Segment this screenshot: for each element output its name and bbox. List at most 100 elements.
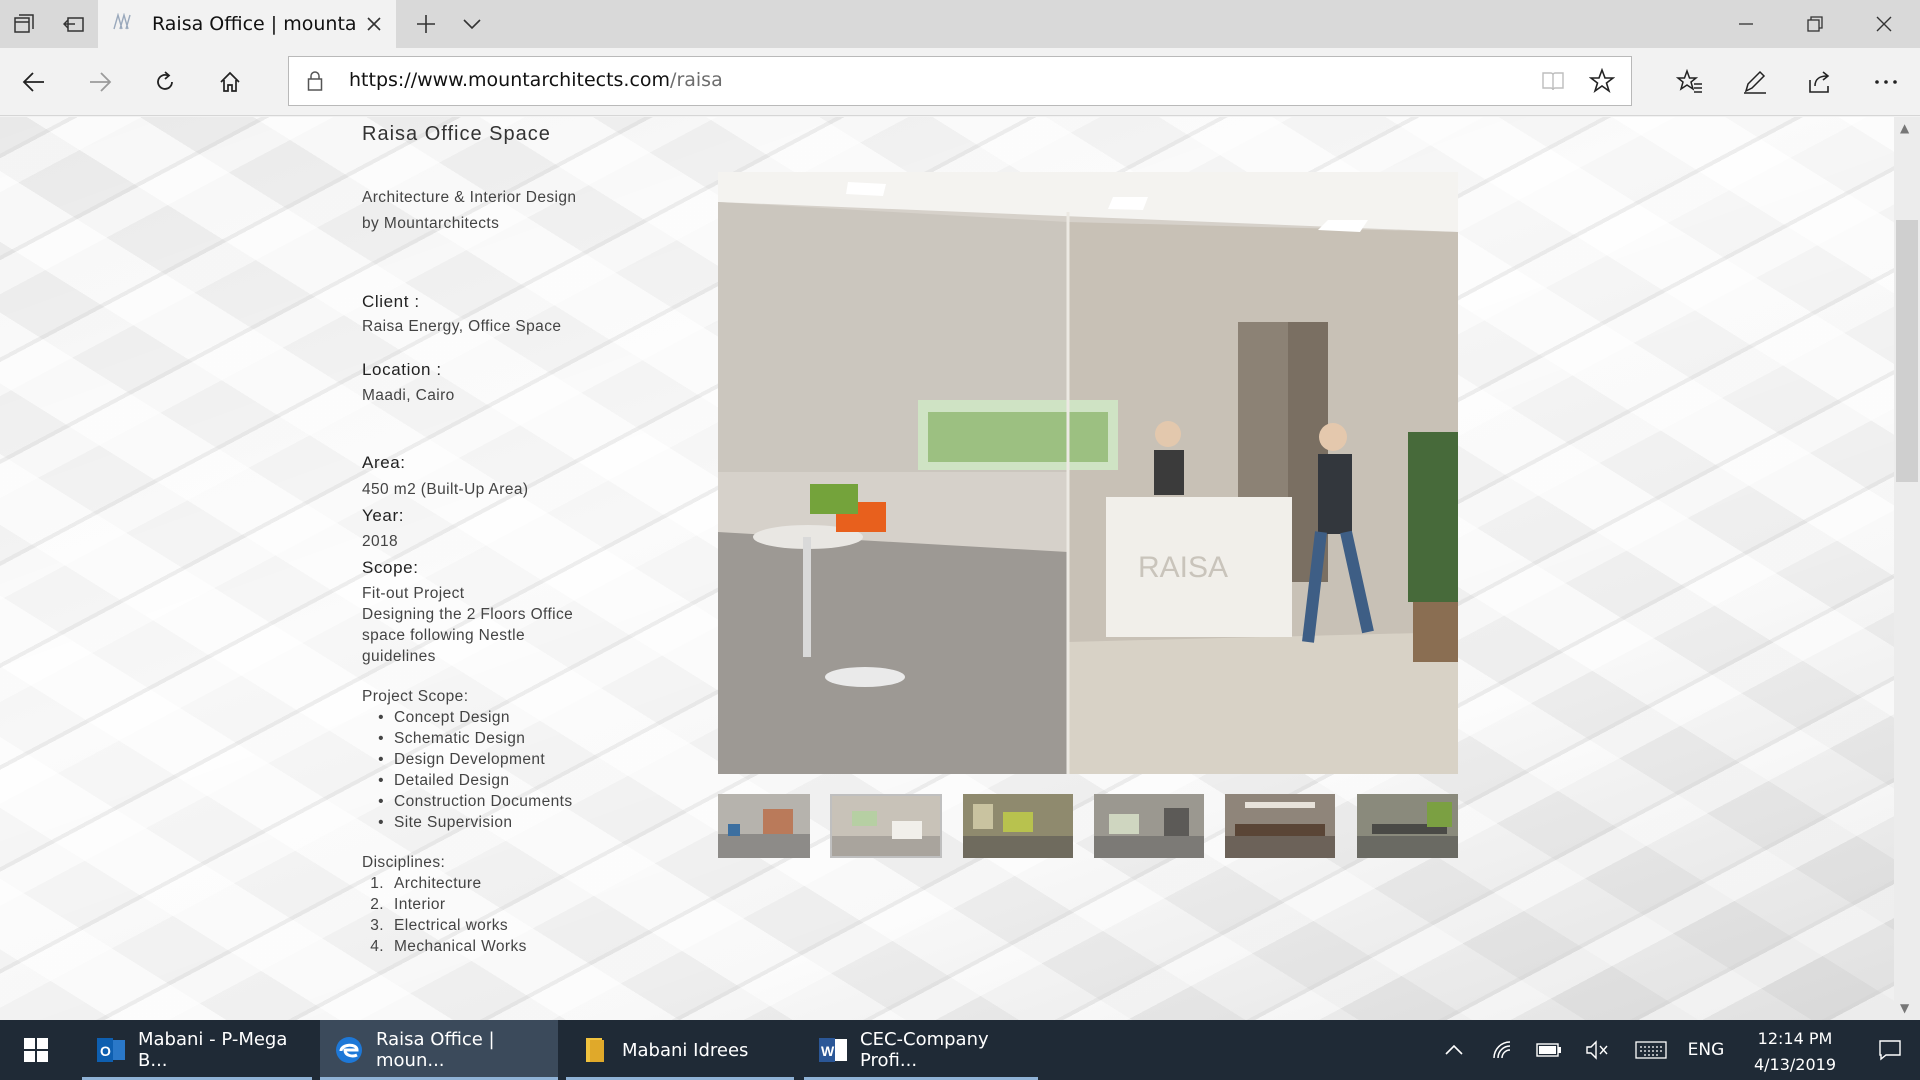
add-favorite-star-icon[interactable] bbox=[1588, 67, 1616, 98]
taskbar-app-explorer[interactable]: Mabani Idrees bbox=[566, 1020, 794, 1080]
list-item: • Detailed Design bbox=[378, 772, 510, 789]
list-item-text: Schematic Design bbox=[394, 730, 526, 747]
tab-strip: Raisa Office | mountarcl bbox=[0, 0, 1920, 48]
location-label: Location : bbox=[362, 360, 442, 379]
close-window-icon[interactable] bbox=[1850, 0, 1918, 48]
url-path: /raisa bbox=[670, 69, 723, 91]
taskbar: O Mabani - P-Mega B... Raisa Office | mo… bbox=[0, 1020, 1920, 1080]
list-item: • Schematic Design bbox=[378, 730, 526, 747]
disciplines-list: 1. Architecture 2. Interior 3. Electrical w… bbox=[362, 873, 527, 957]
active-tab[interactable]: Raisa Office | mountarcl bbox=[98, 0, 396, 48]
volume-muted-icon[interactable] bbox=[1578, 1020, 1616, 1080]
web-page: Raisa Office Space Architecture & Interi… bbox=[0, 117, 1894, 1020]
home-icon[interactable] bbox=[206, 58, 254, 106]
taskbar-app-outlook[interactable]: O Mabani - P-Mega B... bbox=[82, 1020, 312, 1080]
year-label: Year: bbox=[362, 506, 405, 525]
list-item: 1. Architecture bbox=[370, 875, 482, 892]
list-item-text: Design Development bbox=[394, 751, 546, 768]
word-icon: W bbox=[818, 1035, 848, 1065]
tab-manager-icon[interactable] bbox=[0, 0, 48, 48]
tab-preview-chevron-icon[interactable] bbox=[448, 0, 496, 48]
gallery-thumbnail[interactable] bbox=[1357, 794, 1458, 858]
refresh-icon[interactable] bbox=[141, 58, 189, 106]
taskbar-app-label: Mabani - P-Mega B... bbox=[138, 1029, 288, 1071]
minimize-icon[interactable] bbox=[1712, 0, 1780, 48]
back-arrow-icon[interactable] bbox=[10, 58, 58, 106]
input-language[interactable]: ENG bbox=[1682, 1020, 1730, 1080]
close-tab-icon[interactable] bbox=[362, 12, 386, 36]
list-item: 2. Interior bbox=[370, 896, 446, 913]
scroll-down-icon[interactable]: ▼ bbox=[1900, 1001, 1909, 1015]
clock-date: 4/13/2019 bbox=[1753, 1055, 1837, 1074]
scope-text: Fit-out Project Designing the 2 Floors O… bbox=[362, 583, 573, 667]
url-host: https://www.mountarchitects.com bbox=[349, 69, 671, 91]
list-item: 3. Electrical works bbox=[370, 917, 509, 934]
subtitle-line-2: by Mountarchitects bbox=[362, 215, 500, 232]
scroll-up-icon[interactable]: ▲ bbox=[1900, 121, 1909, 135]
windows-start-icon[interactable] bbox=[0, 1020, 72, 1080]
list-item-text: Detailed Design bbox=[394, 772, 510, 789]
lock-icon[interactable] bbox=[307, 70, 323, 96]
favorites-hub-icon[interactable] bbox=[1666, 58, 1714, 106]
scope-line: guidelines bbox=[362, 648, 436, 665]
forward-arrow-icon[interactable] bbox=[76, 58, 124, 106]
tab-title: Raisa Office | mountarcl bbox=[152, 13, 357, 35]
main-project-image[interactable]: RAISA bbox=[718, 172, 1458, 774]
year-value: 2018 bbox=[362, 533, 399, 550]
battery-icon[interactable] bbox=[1530, 1020, 1568, 1080]
outlook-icon: O bbox=[96, 1035, 126, 1065]
list-item-text: Electrical works bbox=[394, 917, 509, 934]
project-scope-list: • Concept Design • Schematic Design • Desig… bbox=[362, 707, 573, 833]
scope-line: Designing the 2 Floors Office bbox=[362, 606, 574, 623]
list-item-text: Construction Documents bbox=[394, 793, 573, 810]
subtitle-line-1: Architecture & Interior Design bbox=[362, 189, 577, 206]
taskbar-app-word[interactable]: W CEC-Company Profi... bbox=[804, 1020, 1038, 1080]
system-clock[interactable]: 12:14 PM 4/13/2019 bbox=[1730, 1026, 1860, 1078]
list-item-text: Architecture bbox=[394, 875, 482, 892]
folder-icon bbox=[580, 1035, 610, 1065]
taskbar-app-label: Raisa Office | moun... bbox=[376, 1029, 495, 1071]
gallery-thumbnail[interactable] bbox=[1094, 794, 1204, 858]
vertical-scrollbar[interactable]: ▲ ▼ bbox=[1894, 117, 1920, 1020]
gallery-thumbnail-selected[interactable] bbox=[830, 794, 942, 858]
list-item: • Concept Design bbox=[378, 709, 510, 726]
svg-text:W: W bbox=[821, 1043, 835, 1059]
restore-icon[interactable] bbox=[1781, 0, 1849, 48]
reading-view-icon[interactable] bbox=[1541, 69, 1565, 97]
scope-line: space following Nestle bbox=[362, 627, 526, 644]
list-item-text: Interior bbox=[394, 896, 446, 913]
clock-time: 12:14 PM bbox=[1757, 1029, 1833, 1048]
site-favicon-icon bbox=[112, 12, 134, 35]
scope-label: Scope: bbox=[362, 558, 419, 577]
more-options-icon[interactable] bbox=[1862, 58, 1910, 106]
area-value: 450 m2 (Built-Up Area) bbox=[362, 481, 529, 498]
set-tabs-aside-icon[interactable] bbox=[50, 0, 98, 48]
area-label: Area: bbox=[362, 453, 406, 472]
list-item-text: Concept Design bbox=[394, 709, 510, 726]
scrollbar-thumb[interactable] bbox=[1896, 220, 1918, 482]
edge-icon bbox=[334, 1035, 364, 1065]
web-note-pen-icon[interactable] bbox=[1731, 58, 1779, 106]
disciplines-label: Disciplines: bbox=[362, 854, 446, 871]
image-sign-text: RAISA bbox=[1138, 551, 1228, 584]
touch-keyboard-icon[interactable] bbox=[1628, 1020, 1674, 1080]
list-item: • Design Development bbox=[378, 751, 546, 768]
network-icon[interactable] bbox=[1484, 1020, 1522, 1080]
list-item: • Site Supervision bbox=[378, 814, 513, 831]
url-text[interactable]: https://www.mountarchitects.com/raisa bbox=[349, 69, 723, 91]
list-item: • Construction Documents bbox=[378, 793, 573, 810]
action-center-icon[interactable] bbox=[1866, 1020, 1914, 1080]
gallery-thumbnail[interactable] bbox=[963, 794, 1073, 858]
taskbar-app-label: CEC-Company Profi... bbox=[860, 1029, 989, 1071]
client-label: Client : bbox=[362, 292, 420, 311]
scope-line: Fit-out Project bbox=[362, 585, 465, 602]
share-icon[interactable] bbox=[1796, 58, 1844, 106]
gallery-thumbnail[interactable] bbox=[1225, 794, 1335, 858]
client-value: Raisa Energy, Office Space bbox=[362, 318, 562, 335]
show-hidden-icons-chevron-icon[interactable] bbox=[1436, 1020, 1472, 1080]
taskbar-app-edge[interactable]: Raisa Office | moun... bbox=[320, 1020, 558, 1080]
address-bar[interactable]: https://www.mountarchitects.com/raisa bbox=[288, 56, 1632, 106]
list-item-text: Site Supervision bbox=[394, 814, 513, 831]
new-tab-icon[interactable] bbox=[402, 0, 450, 48]
gallery-thumbnail[interactable] bbox=[718, 794, 810, 858]
